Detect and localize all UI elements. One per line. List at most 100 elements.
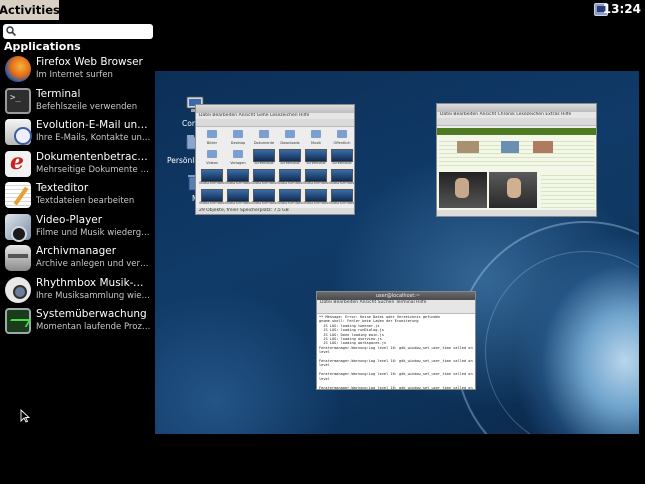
file-item-label: Bildschirmfoto xyxy=(329,201,355,205)
file-item-label: Bildschirmfoto xyxy=(277,181,303,185)
clock[interactable]: 13:24 xyxy=(603,2,641,16)
app-description: Im Internet surfen xyxy=(36,70,113,80)
app-item-evolution[interactable]: Evolution-E-Mail und -K... Ihre E-Mails,… xyxy=(0,116,155,148)
file-item[interactable]: Musik xyxy=(303,129,329,149)
file-item-label: Bildschirmfoto xyxy=(277,201,303,205)
terminal-output[interactable]: ** Message: Error: Keine Datei oder Verz… xyxy=(317,314,475,389)
app-name: Archivmanager xyxy=(36,245,117,257)
file-item[interactable]: Bildschirmfoto xyxy=(199,189,225,209)
file-item-label: Musik xyxy=(310,141,322,145)
folder-icon xyxy=(207,150,217,158)
firefox-icon xyxy=(5,56,31,82)
file-item[interactable]: Bilder xyxy=(199,129,225,149)
browser-window[interactable]: Datei Bearbeiten Ansicht Chronik Lesezei… xyxy=(436,103,597,217)
app-item-text-editor[interactable]: Texteditor Textdateien bearbeiten xyxy=(0,179,155,211)
video-thumbnail[interactable] xyxy=(439,172,487,208)
file-item[interactable]: Bildschirmfoto xyxy=(199,169,225,189)
file-item[interactable]: Bildschirmfoto xyxy=(303,189,329,209)
file-item[interactable]: Dokumente xyxy=(251,129,277,149)
web-page-content[interactable] xyxy=(437,128,596,210)
file-item[interactable]: Öffentlich xyxy=(329,129,354,149)
sidebar-text xyxy=(541,172,595,208)
archive-manager-icon xyxy=(5,245,31,271)
file-item-label: Bildschirmfoto xyxy=(199,201,225,205)
video-player-icon xyxy=(5,213,31,242)
app-description: Textdateien bearbeiten xyxy=(36,196,135,206)
application-list: Firefox Web Browser Im Internet surfen T… xyxy=(0,53,155,337)
evolution-icon xyxy=(5,119,32,145)
article-image xyxy=(501,141,519,153)
folder-icon xyxy=(259,130,269,138)
app-item-rhythmbox[interactable]: Rhythmbox Musik-Wied... Ihre Musiksammlu… xyxy=(0,274,155,306)
folder-icon xyxy=(207,130,217,138)
window-toolbar[interactable] xyxy=(196,119,354,127)
file-item-label: Desktop xyxy=(230,141,246,145)
file-item[interactable]: Bildschirmfoto xyxy=(277,169,303,189)
file-item-label: Videos xyxy=(206,161,218,165)
search-input[interactable] xyxy=(19,24,149,39)
workspace-preview[interactable]: Com Persönlic M Datei Bearbeiten Ansicht… xyxy=(155,71,639,434)
article-image xyxy=(457,141,479,153)
window-toolbar[interactable] xyxy=(437,118,596,126)
file-item[interactable]: Bildschirmfoto xyxy=(329,189,355,209)
app-description: Mehrseitige Dokumente anz... xyxy=(36,164,152,175)
system-monitor-icon xyxy=(5,308,31,334)
app-item-firefox[interactable]: Firefox Web Browser Im Internet surfen xyxy=(0,53,155,85)
search-box[interactable] xyxy=(3,24,153,39)
file-item[interactable]: Vorlagen xyxy=(225,149,251,169)
app-item-document-viewer[interactable]: Dokumentenbetrachter Mehrseitige Dokumen… xyxy=(0,148,155,180)
file-item[interactable]: Bildschirmfoto xyxy=(225,189,251,209)
file-item-label: Bildschirmfoto xyxy=(251,181,277,185)
file-item-label: Bildschirmfoto xyxy=(251,201,277,205)
app-description: Filme und Musik wiedergeben xyxy=(36,227,152,238)
terminal-window[interactable]: user@localhost:~ Datei Bearbeiten Ansich… xyxy=(316,291,476,390)
window-titlebar[interactable]: user@localhost:~ xyxy=(317,292,475,300)
file-item[interactable]: Bildschirmfoto xyxy=(303,169,329,189)
app-description: Archive anlegen und veränd... xyxy=(36,259,152,269)
file-item[interactable]: Screenshot xyxy=(251,149,277,169)
file-item-label: Bildschirmfoto xyxy=(303,201,329,205)
file-item[interactable]: Screenshot xyxy=(277,149,303,169)
file-item-label: Bildschirmfoto xyxy=(303,181,329,185)
folder-icon xyxy=(337,130,347,138)
file-item[interactable]: Downloads xyxy=(277,129,303,149)
window-titlebar[interactable] xyxy=(196,105,354,113)
file-item[interactable]: Bildschirmfoto xyxy=(277,189,303,209)
window-statusbar: 29 Objekte, freier Speicherplatz: 7,5 GB xyxy=(196,208,354,214)
app-item-system-monitor[interactable]: Systemüberwachung Momentan laufende Proz… xyxy=(0,305,155,337)
file-item-label: Screenshot xyxy=(280,161,300,165)
app-description: Ihre E-Mails, Kontakte und K... xyxy=(36,133,152,143)
video-thumbnail[interactable] xyxy=(489,172,537,208)
folder-icon xyxy=(285,130,295,138)
folder-icon xyxy=(233,130,243,138)
window-statusbar xyxy=(437,210,596,216)
top-panel: Activities 13:24 xyxy=(0,0,645,20)
app-item-terminal[interactable]: Terminal Befehlszeile verwenden xyxy=(0,85,155,117)
file-item[interactable]: Videos xyxy=(199,149,225,169)
file-item[interactable]: Bildschirmfoto xyxy=(251,189,277,209)
search-icon xyxy=(6,26,16,36)
file-item[interactable]: Screenshot xyxy=(329,149,354,169)
file-item-label: Bildschirmfoto xyxy=(329,181,355,185)
document-viewer-icon xyxy=(5,149,31,177)
window-toolbar xyxy=(317,306,475,314)
file-item-label: Dokumente xyxy=(253,141,275,145)
file-manager-window[interactable]: Datei Bearbeiten Ansicht Gehe Lesezeiche… xyxy=(195,104,355,215)
file-item[interactable]: Desktop xyxy=(225,129,251,149)
window-titlebar[interactable] xyxy=(437,104,596,112)
mouse-cursor-icon xyxy=(20,409,30,423)
text-editor-icon xyxy=(5,182,31,208)
file-item-label: Bildschirmfoto xyxy=(199,181,225,185)
app-item-archive-manager[interactable]: Archivmanager Archive anlegen und veränd… xyxy=(0,242,155,274)
applications-heading: Applications xyxy=(4,40,81,53)
app-item-video-player[interactable]: Video-Player Filme und Musik wiedergeben xyxy=(0,211,155,243)
app-name: Dokumentenbetrachter xyxy=(36,150,152,163)
file-item-label: Downloads xyxy=(280,141,300,145)
file-item-label: Screenshot xyxy=(332,161,352,165)
file-item[interactable]: Screenshot xyxy=(303,149,329,169)
file-item[interactable]: Bildschirmfoto xyxy=(329,169,355,189)
app-name: Terminal xyxy=(36,87,81,100)
file-item[interactable]: Bildschirmfoto xyxy=(225,169,251,189)
file-item[interactable]: Bildschirmfoto xyxy=(251,169,277,189)
activities-button[interactable]: Activities xyxy=(0,0,60,20)
